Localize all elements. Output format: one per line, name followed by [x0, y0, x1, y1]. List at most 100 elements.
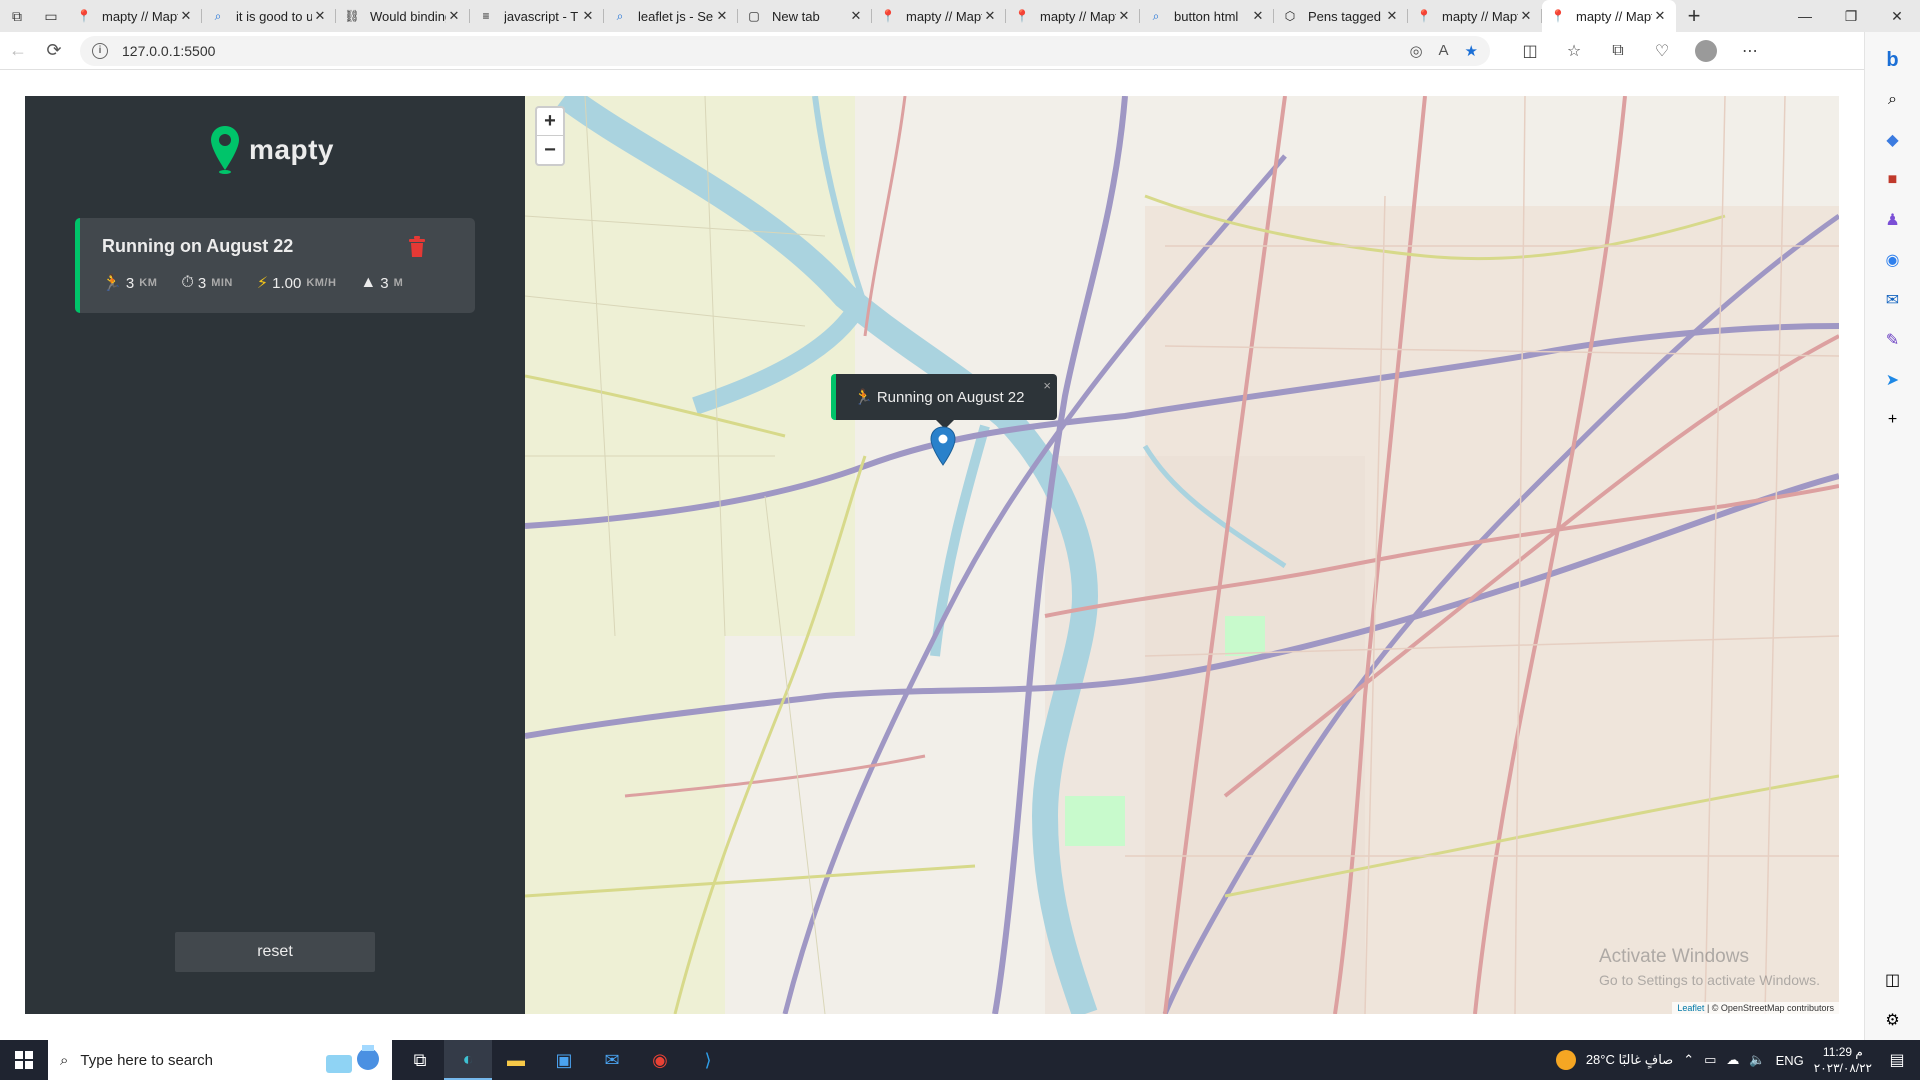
- close-window-icon[interactable]: ✕: [1874, 0, 1920, 32]
- browser-tab[interactable]: 📍 mapty // Mapty✕: [872, 0, 1006, 32]
- tab-close-icon[interactable]: ✕: [1250, 8, 1266, 24]
- info-icon[interactable]: i: [92, 42, 108, 59]
- browser-tab[interactable]: ⌕ leaflet js - Se ✕: [604, 0, 738, 32]
- tab-close-icon[interactable]: ✕: [982, 8, 998, 24]
- distance-stat: 🏃 3 km: [102, 273, 157, 293]
- zoom-in-button[interactable]: +: [537, 108, 563, 136]
- favorites-icon[interactable]: ☆: [1552, 35, 1596, 67]
- minimize-icon[interactable]: —: [1782, 0, 1828, 32]
- location-icon[interactable]: ◎: [1409, 42, 1422, 60]
- restore-icon[interactable]: ❐: [1828, 0, 1874, 32]
- tab-actions-icon[interactable]: ▭: [34, 0, 68, 32]
- sidebar-layout-icon[interactable]: ◫: [1875, 960, 1911, 1000]
- tray-chevron-icon[interactable]: ⌃: [1683, 1052, 1694, 1068]
- map-marker-icon[interactable]: [930, 426, 956, 466]
- taskbar-search[interactable]: ⌕ Type here to search: [48, 1040, 392, 1080]
- network-icon[interactable]: ▭: [1704, 1052, 1716, 1068]
- volume-icon[interactable]: 🔈: [1749, 1052, 1765, 1068]
- tab-close-icon[interactable]: ✕: [714, 8, 730, 24]
- settings-gear-icon[interactable]: ⚙: [1875, 1000, 1911, 1040]
- read-aloud-icon[interactable]: A: [1439, 42, 1449, 60]
- elevation-value: 3: [380, 274, 389, 292]
- reset-button[interactable]: reset: [175, 932, 375, 972]
- add-sidebar-app-icon[interactable]: +: [1875, 400, 1911, 440]
- file-explorer-icon[interactable]: ▬: [492, 1040, 540, 1080]
- zoom-out-button[interactable]: −: [537, 136, 563, 164]
- tab-close-icon[interactable]: ✕: [1652, 8, 1668, 24]
- browser-tab[interactable]: 📍 mapty // Mapty✕: [1542, 0, 1676, 32]
- map-tiles[interactable]: [525, 96, 1839, 1014]
- map-attribution: Leaflet | © OpenStreetMap contributors: [1672, 1002, 1839, 1014]
- map[interactable]: + − 🏃 Running on August 22 × Activate Wi…: [525, 96, 1839, 1014]
- workspaces-icon[interactable]: ⧉: [0, 0, 34, 32]
- profile-avatar[interactable]: [1684, 35, 1728, 67]
- refresh-icon[interactable]: ⟳: [36, 35, 72, 67]
- new-tab-button[interactable]: +: [1676, 0, 1712, 32]
- vscode-icon[interactable]: ⟩: [684, 1040, 732, 1080]
- microsoft365-icon[interactable]: ◉: [1875, 240, 1911, 280]
- map-pin-icon: 📍: [880, 9, 896, 23]
- onedrive-icon[interactable]: ☁: [1726, 1052, 1739, 1068]
- logo-text: mapty: [249, 134, 334, 165]
- tab-close-icon[interactable]: ✕: [178, 8, 194, 24]
- tab-close-icon[interactable]: ✕: [1384, 8, 1400, 24]
- weather-icon: [1555, 1050, 1576, 1070]
- store-icon[interactable]: ▣: [540, 1040, 588, 1080]
- tab-close-icon[interactable]: ✕: [1116, 8, 1132, 24]
- tools-icon[interactable]: ■: [1875, 160, 1911, 200]
- tab-close-icon[interactable]: ✕: [312, 8, 328, 24]
- search-icon: ⌕: [616, 8, 624, 23]
- codepen-icon: ⬡: [1284, 9, 1296, 23]
- distance-unit: km: [139, 277, 158, 289]
- shopping-icon[interactable]: ◆: [1875, 120, 1911, 160]
- zoom-control: + −: [535, 106, 565, 166]
- workout-popup[interactable]: 🏃 Running on August 22 ×: [831, 374, 1057, 429]
- tab-close-icon[interactable]: ✕: [580, 8, 596, 24]
- search-icon: ⌕: [214, 8, 222, 23]
- task-view-icon[interactable]: ⧉: [396, 1040, 444, 1080]
- osm-attribution[interactable]: © OpenStreetMap contributors: [1712, 1003, 1834, 1013]
- workout-card[interactable]: Running on August 22 🏃 3 km ⏱ 3 min: [75, 218, 475, 313]
- browser-tab[interactable]: 📍 mapty // Mapty✕: [68, 0, 202, 32]
- copilot-icon[interactable]: b: [1875, 40, 1911, 80]
- trash-icon[interactable]: [407, 236, 427, 258]
- split-screen-icon[interactable]: ◫: [1508, 35, 1552, 67]
- chrome-icon[interactable]: ◉: [636, 1040, 684, 1080]
- browser-tab[interactable]: ⛓ Would binding ✕: [336, 0, 470, 32]
- browser-tab[interactable]: 📍 mapty // Mapty✕: [1006, 0, 1140, 32]
- search-icon[interactable]: ⌕: [1875, 80, 1911, 120]
- popup-close-icon[interactable]: ×: [1043, 378, 1051, 393]
- browser-tab[interactable]: 📍 mapty // Mapty✕: [1408, 0, 1542, 32]
- drop-icon[interactable]: ➤: [1875, 360, 1911, 400]
- browser-tab[interactable]: ⬡ Pens tagged ✕: [1274, 0, 1408, 32]
- watermark-line1: Activate Windows: [1599, 946, 1749, 967]
- mail-icon[interactable]: ✉: [588, 1040, 636, 1080]
- search-highlight-art-icon: [326, 1045, 379, 1073]
- tab-close-icon[interactable]: ✕: [446, 8, 462, 24]
- browser-tab[interactable]: ⌕ it is good to u ✕: [202, 0, 336, 32]
- language-indicator[interactable]: ENG: [1776, 1053, 1804, 1068]
- browser-tab[interactable]: ⌕ button html ✕: [1140, 0, 1274, 32]
- browser-tab[interactable]: ≡ javascript - T ✕: [470, 0, 604, 32]
- collections-icon[interactable]: ⧉: [1596, 35, 1640, 67]
- browser-tab[interactable]: ▢ New tab ✕: [738, 0, 872, 32]
- weather-text[interactable]: 28°C صافٍ غالبًا: [1586, 1052, 1673, 1068]
- tab-strip: ⧉ ▭ 📍mapty // Mapty✕⌕it is good to u✕⛓Wo…: [0, 0, 1920, 32]
- map-pin-icon: 📍: [1416, 9, 1432, 23]
- leaflet-link[interactable]: Leaflet: [1677, 1003, 1704, 1013]
- browser-essentials-icon[interactable]: ♡: [1640, 35, 1684, 67]
- windows-start-icon[interactable]: [0, 1040, 48, 1080]
- tab-close-icon[interactable]: ✕: [1518, 8, 1534, 24]
- outlook-icon[interactable]: ✉: [1875, 280, 1911, 320]
- favorite-star-icon[interactable]: ★: [1465, 42, 1478, 60]
- more-icon[interactable]: ⋯: [1728, 35, 1772, 67]
- clock[interactable]: 11:29 م ٢٠٢٣/٠٨/٢٢: [1814, 1044, 1872, 1076]
- edge-taskbar-icon[interactable]: ◐: [444, 1040, 492, 1080]
- notifications-icon[interactable]: ▤: [1882, 1050, 1912, 1070]
- designer-icon[interactable]: ✎: [1875, 320, 1911, 360]
- tab-title: New tab: [772, 8, 820, 24]
- tab-close-icon[interactable]: ✕: [848, 8, 864, 24]
- games-icon[interactable]: ♟: [1875, 200, 1911, 240]
- back-icon[interactable]: ←: [0, 35, 36, 67]
- url-field[interactable]: i 127.0.0.1:5500 ◎ A ★: [80, 35, 1490, 66]
